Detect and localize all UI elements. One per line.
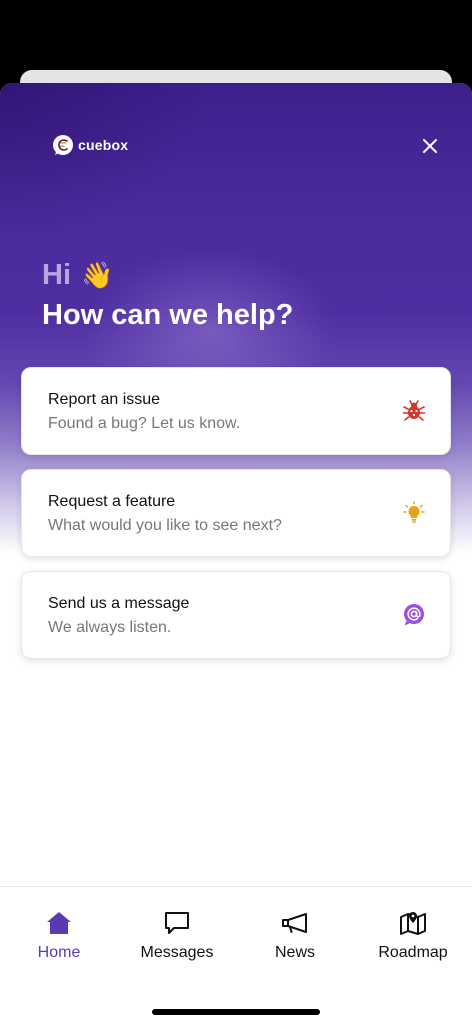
- tab-label: Messages: [140, 944, 214, 961]
- report-issue-card[interactable]: Report an issue Found a bug? Let us know…: [21, 367, 451, 455]
- cuebox-logo-icon: [53, 135, 73, 155]
- card-subtitle: We always listen.: [48, 619, 172, 636]
- greeting: Hi 👋: [42, 259, 113, 292]
- home-indicator[interactable]: [152, 1009, 320, 1015]
- bottom-tab-bar: Home Messages News Roadmap: [0, 886, 472, 1024]
- map-icon: [400, 912, 426, 935]
- tab-roadmap[interactable]: Roadmap: [354, 909, 472, 962]
- home-icon: [47, 912, 71, 934]
- tab-label: Roadmap: [378, 944, 448, 961]
- close-button[interactable]: [418, 134, 442, 158]
- tab-messages[interactable]: Messages: [118, 909, 236, 962]
- tab-label: Home: [37, 944, 81, 961]
- brand-logo: cuebox: [52, 134, 128, 156]
- request-feature-card[interactable]: Request a feature What would you like to…: [21, 469, 451, 557]
- at-sign-icon: [404, 604, 424, 626]
- card-title: Report an issue: [48, 391, 161, 408]
- tab-news[interactable]: News: [236, 909, 354, 962]
- close-icon: [423, 139, 437, 153]
- card-title: Send us a message: [48, 595, 190, 612]
- card-subtitle: What would you like to see next?: [48, 517, 282, 534]
- message-icon: [165, 912, 189, 934]
- card-subtitle: Found a bug? Let us know.: [48, 415, 241, 432]
- tab-home[interactable]: Home: [0, 909, 118, 962]
- lightbulb-icon: [403, 501, 425, 523]
- tab-label: News: [274, 944, 315, 961]
- help-sheet: cuebox Hi 👋 How can we help? Report an i…: [0, 83, 472, 1024]
- card-title: Request a feature: [48, 493, 176, 510]
- page-title: How can we help?: [42, 299, 294, 331]
- send-message-card[interactable]: Send us a message We always listen.: [21, 571, 451, 659]
- megaphone-icon: [282, 913, 307, 933]
- wave-emoji: 👋: [81, 260, 114, 290]
- bug-icon: [402, 400, 426, 421]
- greeting-text: Hi: [42, 259, 71, 291]
- brand-name: cuebox: [78, 137, 129, 153]
